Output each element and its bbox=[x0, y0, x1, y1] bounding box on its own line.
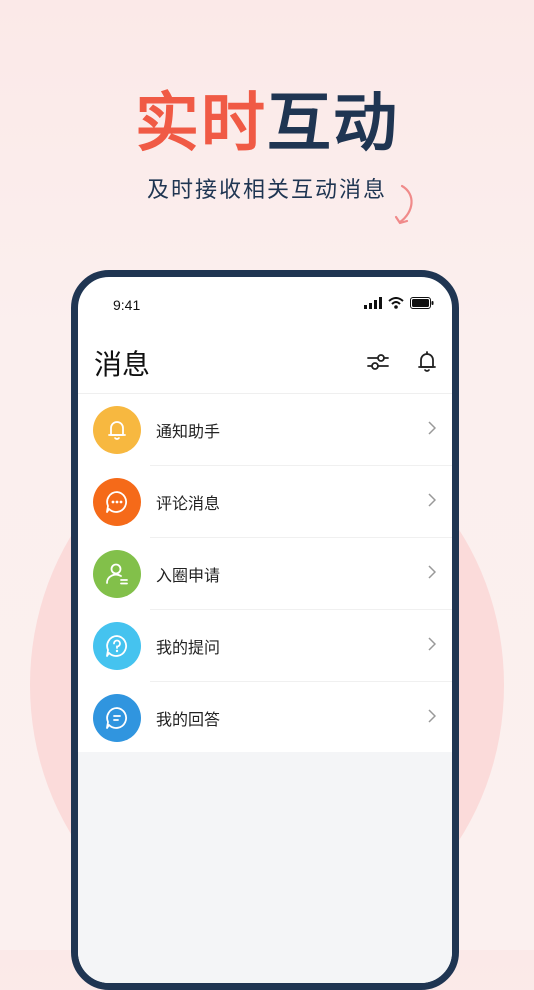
page-title: 消息 bbox=[94, 348, 151, 381]
filter-sliders-icon bbox=[367, 354, 389, 370]
list-item-label: 我的提问 bbox=[156, 638, 221, 657]
chevron-right-icon bbox=[428, 421, 436, 435]
signal-icon bbox=[364, 297, 382, 309]
answer-bubble-icon bbox=[106, 707, 127, 729]
status-bar: 9:41 bbox=[78, 277, 452, 327]
chevron-right-icon bbox=[428, 493, 436, 507]
notification-button[interactable] bbox=[414, 349, 440, 375]
list-item-my-answers[interactable]: 我的回答 bbox=[78, 682, 452, 754]
list-item-label: 通知助手 bbox=[156, 422, 221, 441]
bell-icon bbox=[418, 351, 436, 372]
wifi-icon bbox=[388, 297, 404, 309]
my-questions-avatar bbox=[93, 622, 141, 670]
list-item-label: 评论消息 bbox=[156, 494, 221, 513]
empty-content-area bbox=[78, 752, 452, 983]
comment-messages-avatar bbox=[93, 478, 141, 526]
headline-main: 互动 bbox=[267, 87, 399, 161]
list-item-join-requests[interactable]: 入圈申请 bbox=[78, 538, 452, 610]
join-requests-avatar bbox=[93, 550, 141, 598]
chevron-right-icon bbox=[428, 637, 436, 651]
user-add-icon bbox=[106, 563, 128, 585]
app-header: 消息 bbox=[78, 337, 452, 393]
status-time: 9:41 bbox=[113, 297, 141, 313]
status-icons bbox=[364, 297, 434, 309]
subline: 及时接收相关互动消息 bbox=[146, 178, 387, 203]
chevron-right-icon bbox=[428, 709, 436, 723]
chevron-right-icon bbox=[428, 565, 436, 579]
list-item-my-questions[interactable]: 我的提问 bbox=[78, 610, 452, 682]
bell-icon bbox=[108, 421, 126, 440]
list-item-label: 入圈申请 bbox=[156, 566, 221, 585]
headline-accent: 实时 bbox=[135, 87, 267, 161]
list-item-label: 我的回答 bbox=[156, 710, 221, 729]
notification-assistant-avatar bbox=[93, 406, 141, 454]
list-item-comment-messages[interactable]: 评论消息 bbox=[78, 466, 452, 538]
phone-frame: 9:41 消息 通知助手 评论消息 入圈申请 我的提问 我的回答 bbox=[71, 270, 459, 990]
filter-button[interactable] bbox=[365, 349, 391, 375]
headline: 实时互动 bbox=[0, 88, 534, 160]
battery-icon bbox=[410, 297, 434, 309]
message-list: 通知助手 评论消息 入圈申请 我的提问 我的回答 bbox=[78, 394, 452, 754]
my-answers-avatar bbox=[93, 694, 141, 742]
list-item-notification-assistant[interactable]: 通知助手 bbox=[78, 394, 452, 466]
chat-bubble-dots-icon bbox=[106, 491, 127, 513]
swoosh-arrow-icon bbox=[394, 184, 413, 225]
question-bubble-icon bbox=[106, 635, 127, 657]
